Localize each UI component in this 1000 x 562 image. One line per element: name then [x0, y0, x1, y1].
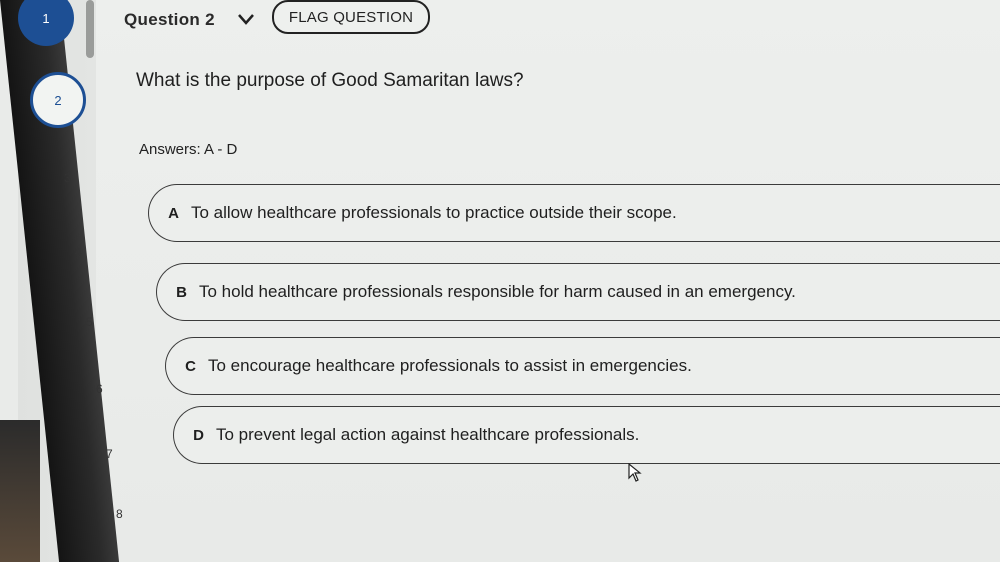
question-nav-4[interactable]: 4: [75, 245, 82, 259]
option-text: To prevent legal action against healthca…: [216, 425, 640, 444]
answer-option-d[interactable]: D To prevent legal action against health…: [173, 406, 1000, 464]
chevron-down-icon[interactable]: [236, 9, 256, 29]
option-letter: A: [168, 204, 179, 222]
mouse-pointer-icon: [628, 463, 642, 482]
background-surface: [0, 420, 40, 562]
question-nav-3[interactable]: 3: [64, 171, 71, 185]
question-nav-5[interactable]: 5: [86, 315, 93, 329]
answer-option-a[interactable]: A To allow healthcare professionals to p…: [148, 184, 1000, 242]
question-title: Question 2: [124, 10, 215, 29]
flag-question-button[interactable]: FLAG QUESTION: [272, 0, 430, 34]
question-text: What is the purpose of Good Samaritan la…: [136, 70, 524, 91]
question-nav-8[interactable]: 8: [116, 507, 123, 521]
question-nav-7[interactable]: 7: [106, 447, 113, 461]
option-letter: C: [185, 357, 196, 375]
option-text: To allow healthcare professionals to pra…: [191, 203, 677, 222]
answers-label: Answers: A - D: [139, 141, 238, 158]
question-nav-2[interactable]: 2: [30, 72, 86, 128]
nav-scrollbar[interactable]: [86, 0, 94, 58]
question-nav-6[interactable]: 6: [96, 382, 103, 396]
option-letter: D: [193, 426, 204, 444]
option-text: To encourage healthcare professionals to…: [208, 356, 692, 375]
option-letter: B: [176, 283, 187, 301]
answer-option-c[interactable]: C To encourage healthcare professionals …: [165, 337, 1000, 395]
option-text: To hold healthcare professionals respons…: [199, 282, 796, 301]
answer-option-b[interactable]: B To hold healthcare professionals respo…: [156, 263, 1000, 321]
